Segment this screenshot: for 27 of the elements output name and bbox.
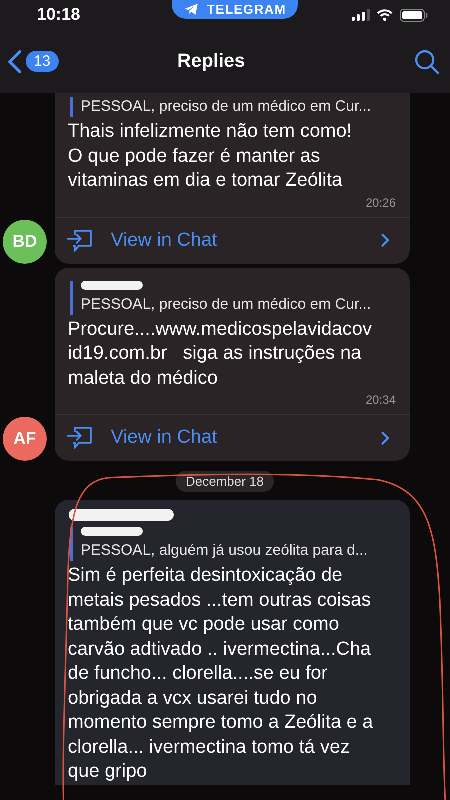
battery-icon: [400, 8, 428, 22]
quote-block[interactable]: PESSOAL, alguém já usou zeólita para d...: [70, 527, 398, 561]
message-time: 20:26: [366, 196, 396, 210]
message-text: Thais infelizmente não tem como! O que pode fazer é manter as vitaminas em dia e tomar Zeólita: [67, 120, 354, 193]
quote-text: PESSOAL, alguém já usou zeólita para d...: [81, 541, 369, 561]
wifi-icon: [377, 9, 393, 21]
unread-count-badge: 13: [26, 51, 59, 72]
message-text: Sim é perfeita desintoxicação de metais pesados ...tem outras coisas também que vc pode usar como carvão adtivado .. ivermectina...Cha de funcho... clorella....se eu for obrigada a vcx usarei tudo no momento sempre tomo a Zeólita e a clorella... ivermectina tomo tá vez que gripo: [67, 564, 374, 784]
quote-text: PESSOAL, preciso de um médico em Cur...: [81, 294, 372, 314]
search-icon[interactable]: [414, 48, 440, 74]
back-chevron-icon: [8, 50, 22, 74]
view-in-chat-link[interactable]: View in Chat: [55, 216, 410, 264]
back-button[interactable]: 13: [8, 50, 59, 74]
quote-block[interactable]: PESSOAL, preciso de um médico em Cur...: [70, 280, 398, 314]
message-text: Procure....www.medicospelavidacov id19.com.br siga as instruções na maleta do médico: [67, 318, 374, 390]
message-time: 20:34: [366, 393, 396, 407]
view-in-chat-link[interactable]: View in Chat: [55, 414, 410, 461]
screen-title: Replies: [176, 50, 246, 72]
app-pill[interactable]: TELEGRAM: [172, 0, 298, 19]
paper-plane-icon: [184, 3, 199, 16]
avatar-circle[interactable]: AF: [3, 417, 47, 461]
signal-icon: [352, 9, 370, 21]
chevron-right-icon: [381, 233, 390, 248]
chevron-right-icon: [381, 430, 390, 446]
chat-arrow-icon: [66, 424, 94, 452]
date-label: December 18: [176, 471, 274, 492]
status-time: 10:18: [37, 5, 82, 25]
